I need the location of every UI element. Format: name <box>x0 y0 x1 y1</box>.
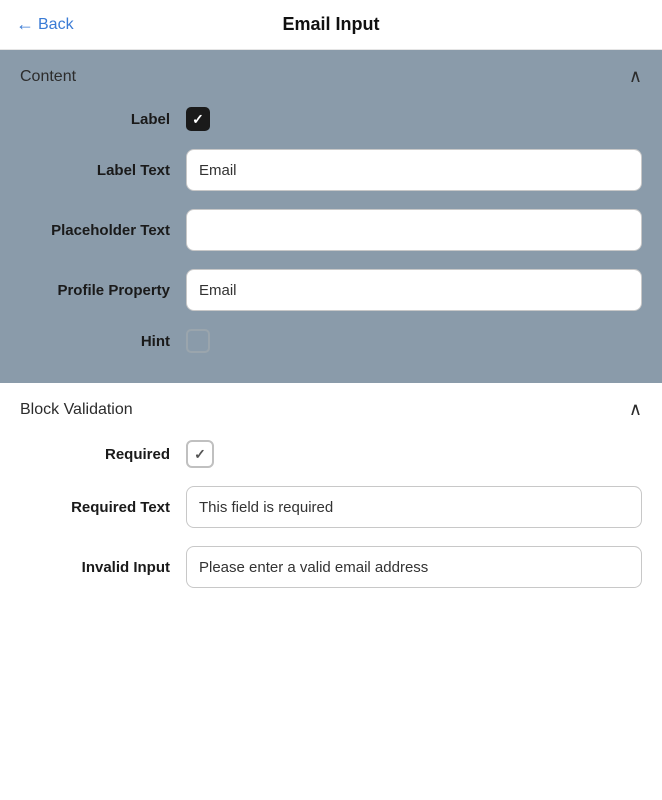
hint-checkbox-container <box>186 329 210 353</box>
profile-property-label: Profile Property <box>20 282 170 299</box>
label-text-label: Label Text <box>20 162 170 179</box>
validation-section-header: Block Validation ∧ <box>20 383 642 440</box>
content-section-header: Content ∧ <box>20 50 642 107</box>
back-button[interactable]: ← Back <box>16 14 74 35</box>
label-row: Label ✓ <box>20 107 642 131</box>
page-title: Email Input <box>282 14 379 35</box>
content-form: Label ✓ Label Text Placeholder Text Prof… <box>20 107 642 353</box>
required-text-input[interactable] <box>186 486 642 528</box>
back-arrow-icon: ← <box>16 14 34 35</box>
validation-chevron-icon[interactable]: ∧ <box>629 399 642 420</box>
label-text-row: Label Text <box>20 149 642 191</box>
profile-property-row: Profile Property <box>20 269 642 311</box>
required-checkmark[interactable]: ✓ <box>186 440 214 468</box>
content-section-title: Content <box>20 68 76 86</box>
header: ← Back Email Input <box>0 0 662 50</box>
invalid-input-row: Invalid Input <box>20 546 642 588</box>
placeholder-text-label: Placeholder Text <box>20 222 170 239</box>
hint-row: Hint <box>20 329 642 353</box>
validation-section-title: Block Validation <box>20 401 133 419</box>
validation-form: Required ✓ Required Text Invalid Input <box>20 440 642 588</box>
label-text-input[interactable] <box>186 149 642 191</box>
content-chevron-icon[interactable]: ∧ <box>629 66 642 87</box>
label-check-icon: ✓ <box>192 112 204 126</box>
profile-property-input[interactable] <box>186 269 642 311</box>
required-text-label: Required Text <box>20 499 170 516</box>
label-checkbox[interactable]: ✓ <box>186 107 210 131</box>
label-field-label: Label <box>20 111 170 128</box>
validation-section: Block Validation ∧ Required ✓ Required T… <box>0 383 662 618</box>
invalid-input-label: Invalid Input <box>20 559 170 576</box>
invalid-input-input[interactable] <box>186 546 642 588</box>
placeholder-text-input[interactable] <box>186 209 642 251</box>
placeholder-text-row: Placeholder Text <box>20 209 642 251</box>
hint-label: Hint <box>20 333 170 350</box>
required-check-icon: ✓ <box>194 446 206 463</box>
required-row: Required ✓ <box>20 440 642 468</box>
hint-checkbox[interactable] <box>186 329 210 353</box>
required-label: Required <box>20 446 170 463</box>
required-text-row: Required Text <box>20 486 642 528</box>
back-label: Back <box>38 16 74 34</box>
label-checkbox-container: ✓ <box>186 107 210 131</box>
content-section: Content ∧ Label ✓ Label Text Placeholder… <box>0 50 662 383</box>
